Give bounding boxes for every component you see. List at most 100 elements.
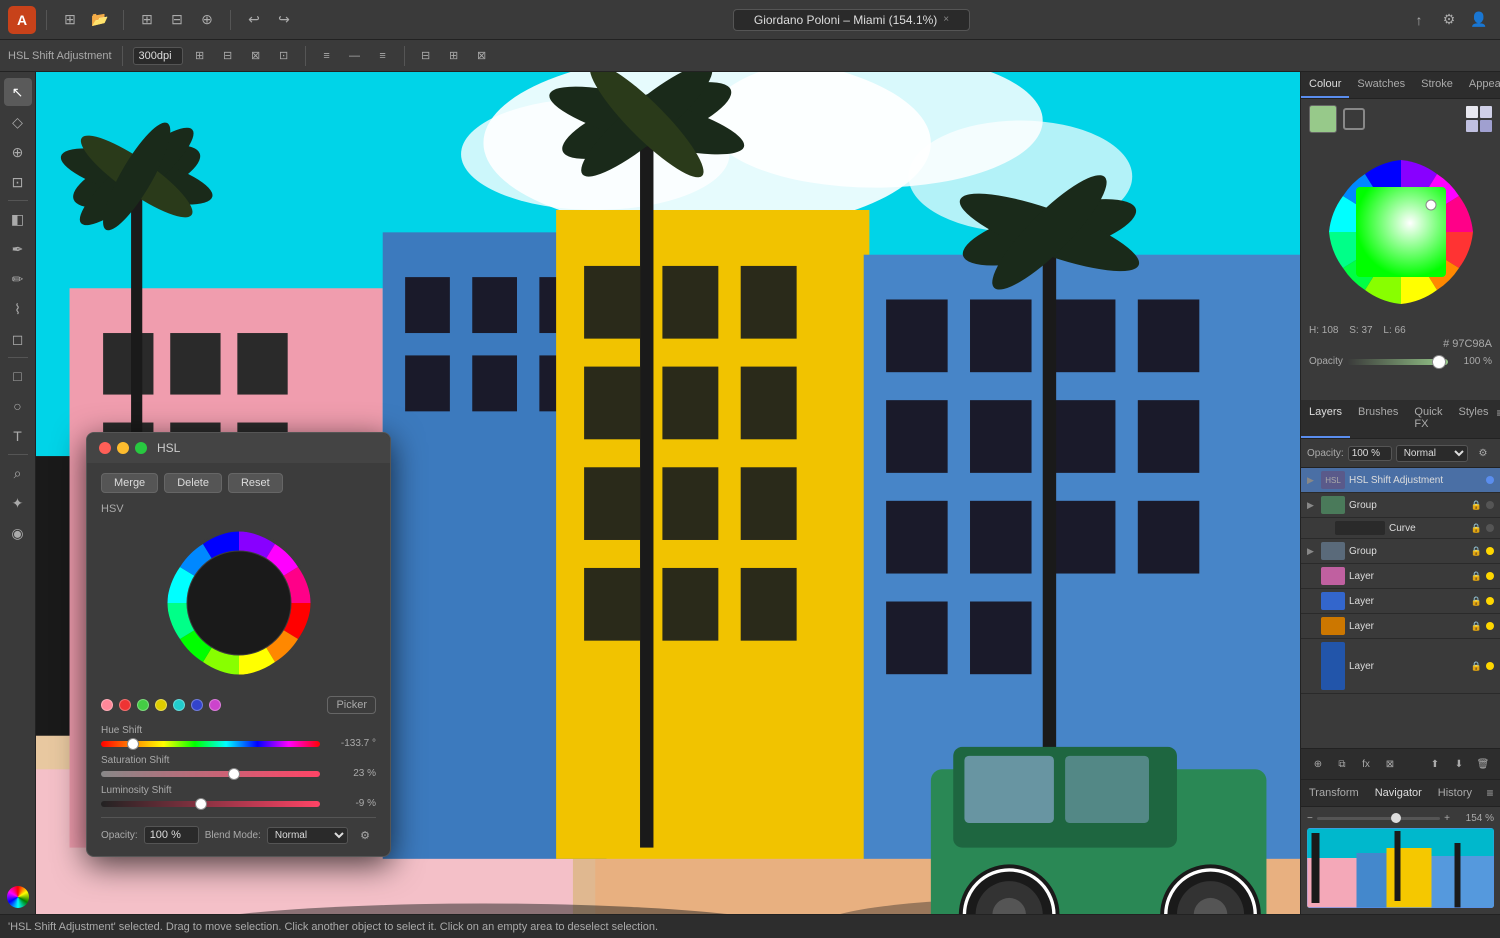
opacity-slider-thumb[interactable]	[1432, 355, 1446, 369]
eyedropper-tool[interactable]: ✦	[4, 489, 32, 517]
transform-tab[interactable]: Transform	[1301, 783, 1367, 803]
main-color-wheel[interactable]	[1316, 147, 1486, 317]
quick-fx-tab[interactable]: Quick FX	[1406, 400, 1450, 438]
layer-lock-4[interactable]: 🔒	[1471, 571, 1482, 582]
color-dot-yellow[interactable]	[155, 699, 167, 711]
layer-item-group1[interactable]: ▶ Group 🔒	[1301, 493, 1500, 518]
file-title-close[interactable]: ×	[943, 14, 949, 25]
color-dot-blue[interactable]	[191, 699, 203, 711]
open-file-icon[interactable]: 📂	[87, 7, 113, 33]
hue-shift-slider[interactable]	[101, 741, 320, 747]
layer-item-7[interactable]: Layer 🔒	[1301, 639, 1500, 694]
layer-expand-group1[interactable]: ▶	[1307, 500, 1317, 511]
layer-item-curve[interactable]: Curve 🔒	[1301, 518, 1500, 539]
color-dot-red[interactable]	[119, 699, 131, 711]
layers-opacity-input[interactable]	[1348, 446, 1392, 461]
colour-tab[interactable]: Colour	[1301, 72, 1349, 98]
share-icon[interactable]: ↑	[1406, 7, 1432, 33]
layer-expand-group2[interactable]: ▶	[1307, 546, 1317, 557]
user-icon[interactable]: 👤	[1466, 7, 1492, 33]
color-dot-cyan[interactable]	[173, 699, 185, 711]
layers-tab[interactable]: Layers	[1301, 400, 1350, 438]
layer-lock-curve[interactable]: 🔒	[1471, 523, 1482, 534]
appearance-tab[interactable]: Appearance	[1461, 72, 1500, 98]
merge-btn[interactable]: Merge	[101, 473, 158, 493]
redo-icon[interactable]: ↪	[271, 7, 297, 33]
color-wheel-tool[interactable]	[7, 886, 29, 908]
new-file-icon[interactable]: ⊞	[57, 7, 83, 33]
ctx-icon2[interactable]: ⊟	[217, 45, 239, 67]
layer-duplicate-icon[interactable]: ⧉	[1331, 753, 1353, 775]
layer-lock-7[interactable]: 🔒	[1471, 661, 1482, 672]
layer-item-5[interactable]: Layer 🔒	[1301, 589, 1500, 614]
swatch4[interactable]	[1480, 120, 1492, 132]
layer-lock-5[interactable]: 🔒	[1471, 596, 1482, 607]
rect-tool[interactable]: □	[4, 362, 32, 390]
nav-menu-icon[interactable]: ≡	[1480, 780, 1500, 806]
dialog-minimize-btn[interactable]	[117, 442, 129, 454]
layers-menu-icon[interactable]: ≡	[1496, 400, 1500, 426]
layer-lock-group1[interactable]: 🔒	[1471, 500, 1482, 511]
ctx-icon4[interactable]: ⊡	[273, 45, 295, 67]
snap-icon[interactable]: ⊕	[194, 7, 220, 33]
transform-tool[interactable]: ⊕	[4, 138, 32, 166]
swatch3[interactable]	[1466, 120, 1478, 132]
saturation-shift-slider[interactable]	[101, 771, 320, 777]
fill-tool[interactable]: ◧	[4, 205, 32, 233]
swatch2[interactable]	[1480, 106, 1492, 118]
layer-lock-6[interactable]: 🔒	[1471, 621, 1482, 632]
text-tool[interactable]: T	[4, 422, 32, 450]
ctx-icon10[interactable]: ⊠	[471, 45, 493, 67]
undo-icon[interactable]: ↩	[241, 7, 267, 33]
brushes-tab[interactable]: Brushes	[1350, 400, 1406, 438]
navigator-thumbnail[interactable]	[1307, 828, 1494, 908]
picker-button[interactable]: Picker	[327, 696, 376, 714]
layer-move-down-icon[interactable]: ⬇	[1448, 753, 1470, 775]
pen-tool[interactable]: ✒	[4, 235, 32, 263]
settings-icon[interactable]: ⚙	[1436, 7, 1462, 33]
grid2-icon[interactable]: ⊟	[164, 7, 190, 33]
stroke-swatch[interactable]	[1343, 108, 1365, 130]
node-tool[interactable]: ◇	[4, 108, 32, 136]
navigator-tab[interactable]: Navigator	[1367, 783, 1430, 803]
grid-icon[interactable]: ⊞	[134, 7, 160, 33]
color-dot-magenta[interactable]	[209, 699, 221, 711]
dialog-close-btn[interactable]	[99, 442, 111, 454]
fill-swatch[interactable]	[1309, 105, 1337, 133]
layer-mask-icon[interactable]: ⊠	[1379, 753, 1401, 775]
ctx-icon3[interactable]: ⊠	[245, 45, 267, 67]
color-dot-pink[interactable]	[101, 699, 113, 711]
zoom-tool[interactable]: ⌕	[4, 459, 32, 487]
dialog-blend-select[interactable]: Normal Multiply Screen	[267, 827, 348, 844]
layers-settings-icon[interactable]: ⚙	[1472, 442, 1494, 464]
layer-delete-icon[interactable]: 🗑	[1472, 753, 1494, 775]
color-dot-green[interactable]	[137, 699, 149, 711]
ctx-icon5[interactable]: ≡	[316, 45, 338, 67]
delete-btn[interactable]: Delete	[164, 473, 222, 493]
swatch1[interactable]	[1466, 106, 1478, 118]
ellipse-tool[interactable]: ○	[4, 392, 32, 420]
layer-move-up-icon[interactable]: ⬆	[1424, 753, 1446, 775]
history-tab[interactable]: History	[1430, 783, 1480, 803]
dialog-settings-icon[interactable]: ⚙	[354, 824, 376, 846]
select-tool[interactable]: ↖	[4, 78, 32, 106]
luminosity-shift-slider[interactable]	[101, 801, 320, 807]
layer-item-4[interactable]: Layer 🔒	[1301, 564, 1500, 589]
pencil-tool[interactable]: ✏	[4, 265, 32, 293]
reset-btn[interactable]: Reset	[228, 473, 283, 493]
layer-insert-icon[interactable]: ⊕	[1307, 753, 1329, 775]
styles-tab[interactable]: Styles	[1451, 400, 1497, 438]
layer-item-hsl[interactable]: ▶ HSL HSL Shift Adjustment	[1301, 468, 1500, 493]
layer-item-group2[interactable]: ▶ Group 🔒	[1301, 539, 1500, 564]
ctx-icon1[interactable]: ⊞	[189, 45, 211, 67]
ctx-icon6[interactable]: —	[344, 45, 366, 67]
layer-expand-icon[interactable]: ▶	[1307, 475, 1317, 486]
nav-zoom-slider[interactable]	[1317, 817, 1440, 820]
dialog-opacity-input[interactable]	[144, 826, 199, 844]
ctx-icon7[interactable]: ≡	[372, 45, 394, 67]
hsl-color-wheel[interactable]	[159, 523, 319, 683]
swatches-tab[interactable]: Swatches	[1349, 72, 1413, 98]
crop-tool[interactable]: ⊡	[4, 168, 32, 196]
dialog-maximize-btn[interactable]	[135, 442, 147, 454]
layer-fx-icon[interactable]: fx	[1355, 753, 1377, 775]
